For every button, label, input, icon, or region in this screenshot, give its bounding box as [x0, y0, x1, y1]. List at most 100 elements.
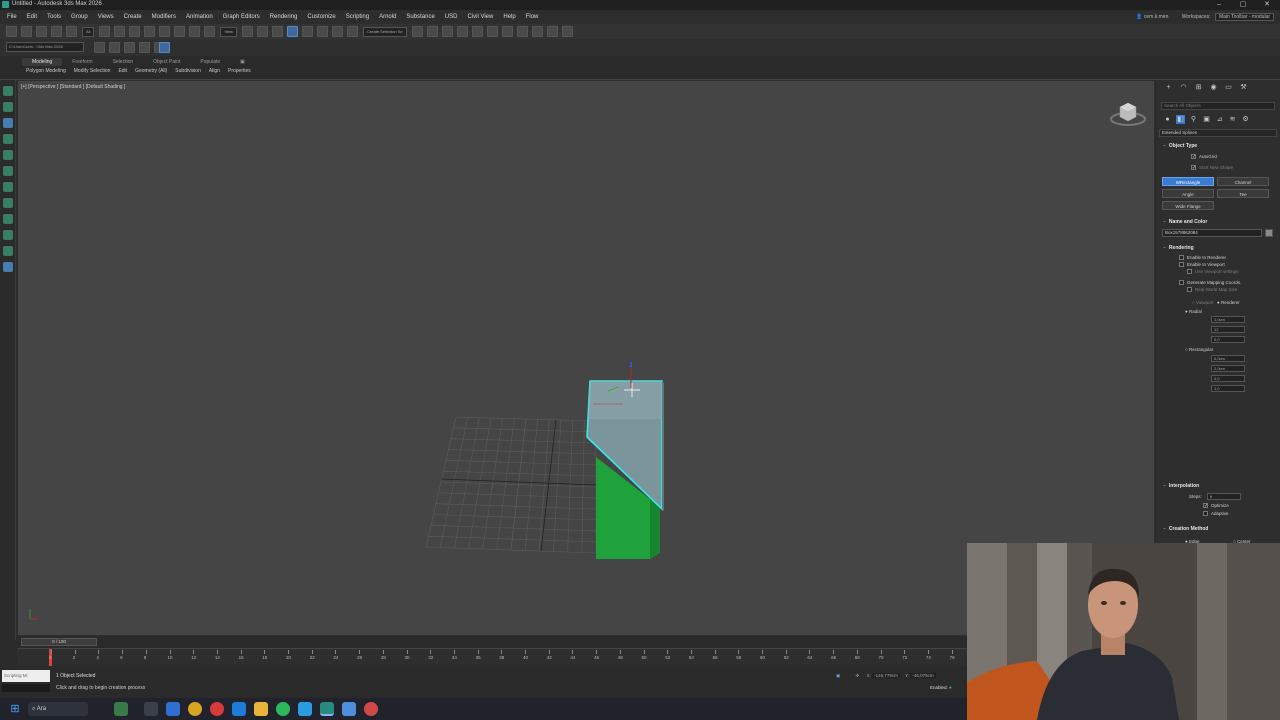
- display-tab-icon[interactable]: ▭: [1224, 83, 1233, 92]
- menu-item[interactable]: Arnold: [374, 10, 401, 24]
- hierarchy-tool-icon[interactable]: [3, 118, 13, 128]
- layout-icon[interactable]: [159, 42, 170, 53]
- channel-button[interactable]: Channel: [1217, 177, 1269, 186]
- object-color-swatch[interactable]: [1265, 229, 1273, 237]
- menu-item[interactable]: Rendering: [265, 10, 303, 24]
- search-objects-input[interactable]: Search All Objects: [1161, 102, 1275, 110]
- minimize-icon[interactable]: –: [1208, 0, 1230, 10]
- keyboard-shortcut-icon[interactable]: [272, 26, 284, 37]
- rendering-header[interactable]: Rendering: [1163, 245, 1194, 251]
- steps-spinner[interactable]: 6: [1207, 493, 1241, 500]
- maximize-icon[interactable]: ▢: [1232, 0, 1254, 10]
- reference-coordinate-select[interactable]: View: [220, 26, 238, 37]
- link-icon[interactable]: [36, 26, 47, 37]
- render-setup-icon[interactable]: [531, 26, 543, 37]
- close-icon[interactable]: ✕: [1256, 0, 1278, 10]
- project-folder-icon[interactable]: [94, 42, 105, 53]
- opera-icon[interactable]: [210, 702, 224, 716]
- isolate-icon[interactable]: ▣: [836, 673, 840, 678]
- widgets-icon[interactable]: [114, 702, 128, 716]
- motion-tool-icon[interactable]: [3, 134, 13, 144]
- select-object-icon[interactable]: [99, 26, 111, 37]
- menu-item[interactable]: File: [2, 10, 22, 24]
- cameras-tool-icon[interactable]: [3, 262, 13, 272]
- angle-snap-icon[interactable]: [302, 26, 314, 37]
- redo-icon[interactable]: [21, 26, 32, 37]
- create-tool-icon[interactable]: [3, 86, 13, 96]
- unlink-icon[interactable]: [51, 26, 62, 37]
- user-name[interactable]: cem.k.men: [1144, 14, 1168, 20]
- generate-mapping-checkbox[interactable]: Generate Mapping Coords.: [1179, 280, 1241, 286]
- ribbon-tab[interactable]: Freeform: [62, 58, 102, 66]
- menu-item[interactable]: Edit: [22, 10, 42, 24]
- menu-item[interactable]: Customize: [302, 10, 340, 24]
- enabled-indicator-icon[interactable]: ●: [949, 685, 952, 690]
- time-slider[interactable]: 0 / 100: [17, 637, 967, 647]
- utilities-tool-icon[interactable]: [3, 166, 13, 176]
- scene-tool-icon[interactable]: [3, 182, 13, 192]
- geometry-icon[interactable]: ●: [1163, 115, 1172, 124]
- task-view-icon[interactable]: [144, 702, 158, 716]
- ribbon-tab[interactable]: Modeling: [22, 58, 63, 66]
- ribbon-tab[interactable]: Populate: [190, 58, 230, 66]
- ribbon-subtab[interactable]: Properties: [224, 68, 255, 74]
- select-by-name-icon[interactable]: [114, 26, 126, 37]
- menu-item[interactable]: Modifiers: [147, 10, 181, 24]
- mirror-icon[interactable]: [411, 26, 423, 37]
- interpolation-header[interactable]: Interpolation: [1163, 483, 1199, 489]
- menu-item[interactable]: Views: [93, 10, 119, 24]
- spacewarps-icon[interactable]: ≋: [1228, 115, 1237, 124]
- pivot-center-icon[interactable]: [242, 26, 254, 37]
- enable-in-renderer-checkbox[interactable]: Enable In Renderer: [1179, 255, 1226, 261]
- create-tab-icon[interactable]: +: [1164, 83, 1173, 92]
- rectangular-selection-icon[interactable]: [129, 26, 141, 37]
- menu-item[interactable]: Scripting: [341, 10, 374, 24]
- object-type-header[interactable]: Object Type: [1163, 143, 1197, 149]
- menu-item[interactable]: Civil View: [462, 10, 498, 24]
- rectangular-radio[interactable]: ○ Rectangular: [1185, 347, 1213, 352]
- real-world-map-size-checkbox[interactable]: Real-World Map Size: [1187, 287, 1237, 293]
- object-name-input[interactable]: Box1578862084: [1162, 229, 1262, 237]
- align-icon[interactable]: [426, 26, 438, 37]
- enable-in-viewport-checkbox[interactable]: Enable In Viewport: [1179, 262, 1225, 268]
- creation-method-header[interactable]: Creation Method: [1163, 526, 1208, 532]
- lights-icon[interactable]: ⚲: [1189, 115, 1198, 124]
- menu-item[interactable]: Substance: [401, 10, 439, 24]
- telegram-icon[interactable]: [298, 702, 312, 716]
- material-editor-icon[interactable]: [516, 26, 528, 37]
- viewcube[interactable]: [1110, 99, 1146, 127]
- menu-item[interactable]: Flow: [521, 10, 544, 24]
- maxscript-listener[interactable]: Scripting Mi: [2, 670, 50, 682]
- tee-button[interactable]: Tee: [1217, 189, 1269, 198]
- lights-tool-icon[interactable]: [3, 246, 13, 256]
- ribbon-toggle-icon[interactable]: [471, 26, 483, 37]
- photos-icon[interactable]: [342, 702, 356, 716]
- ribbon-subtab[interactable]: Polygon Modeling: [22, 68, 70, 74]
- project-path-field[interactable]: C:\Users\cem...\3ds Max 2026: [6, 42, 84, 52]
- ribbon-subtab[interactable]: Geometry (All): [131, 68, 171, 74]
- helpers-icon[interactable]: ⊿: [1215, 115, 1224, 124]
- chrome-icon[interactable]: [188, 702, 202, 716]
- window-crossing-icon[interactable]: [144, 26, 156, 37]
- utilities-tab-icon[interactable]: ⚒: [1239, 83, 1248, 92]
- time-slider-thumb[interactable]: 0 / 100: [21, 638, 97, 646]
- menu-item[interactable]: USD: [440, 10, 463, 24]
- angle-button[interactable]: Angle: [1162, 189, 1214, 198]
- place-icon[interactable]: [204, 26, 216, 37]
- viewport-radio[interactable]: ○ Viewport: [1192, 300, 1213, 305]
- menu-item[interactable]: Tools: [42, 10, 66, 24]
- ribbon-pin-icon[interactable]: ▣: [230, 58, 255, 66]
- category-select[interactable]: Extended Splines: [1159, 129, 1277, 137]
- hold-icon[interactable]: [139, 42, 150, 53]
- y-value[interactable]: -46,075cm: [910, 673, 936, 678]
- snaps-toggle-icon[interactable]: [287, 26, 299, 37]
- selection-filter-select[interactable]: All: [82, 26, 95, 37]
- rotate-icon[interactable]: [174, 26, 186, 37]
- ribbon-subtab[interactable]: Modify Selection: [70, 68, 115, 74]
- rect-width-spinner[interactable]: 2,0cm: [1211, 365, 1245, 372]
- hierarchy-tab-icon[interactable]: ⊞: [1194, 83, 1203, 92]
- save-icon[interactable]: [124, 42, 135, 53]
- rendered-frame-icon[interactable]: [546, 26, 558, 37]
- named-selection-input[interactable]: Create Selection Se: [363, 26, 407, 37]
- systems-icon[interactable]: ⚙: [1241, 115, 1250, 124]
